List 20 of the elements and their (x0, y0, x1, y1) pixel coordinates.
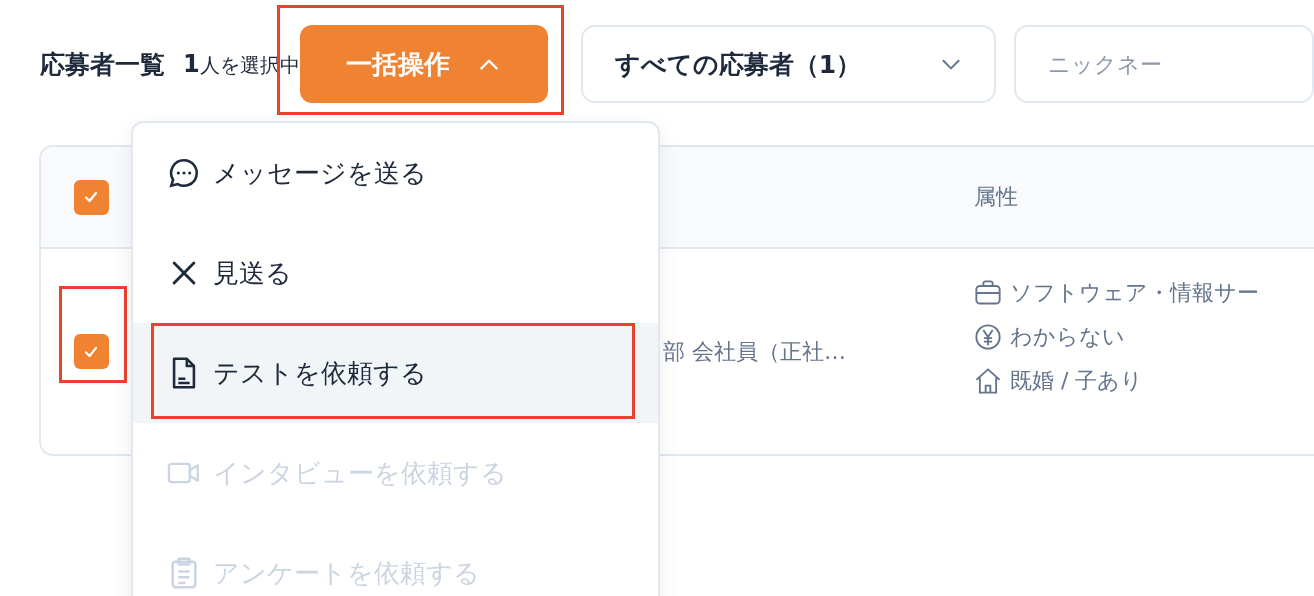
attribute-text: わからない (1010, 322, 1125, 351)
table-cell-text: 部 会社員（正社… (662, 337, 847, 366)
yen-icon (974, 322, 1002, 351)
menu-item[interactable]: メッセージを送る (133, 123, 658, 223)
checkbox[interactable] (73, 334, 109, 369)
menu-item-label: メッセージを送る (213, 156, 427, 190)
menu-item[interactable]: 見送る (133, 223, 658, 323)
menu-item-label: テストを依頼する (213, 356, 427, 390)
attribute-text: ソフトウェア・情報サー (1010, 278, 1259, 307)
filter-dropdown[interactable]: すべての応募者（1） (580, 25, 996, 103)
chat-icon (167, 156, 201, 190)
menu-item-label: 見送る (213, 256, 292, 290)
house-icon (974, 366, 1002, 395)
page-title: 応募者一覧 (40, 48, 165, 81)
menu-item[interactable]: テストを依頼する (133, 323, 658, 423)
column-header: 属性 (974, 183, 1019, 211)
search-field[interactable]: ニックネー (1014, 25, 1314, 103)
attribute-text: 既婚 / 子あり (1010, 366, 1144, 395)
briefcase-icon (974, 278, 1002, 307)
checkbox[interactable] (73, 179, 109, 215)
